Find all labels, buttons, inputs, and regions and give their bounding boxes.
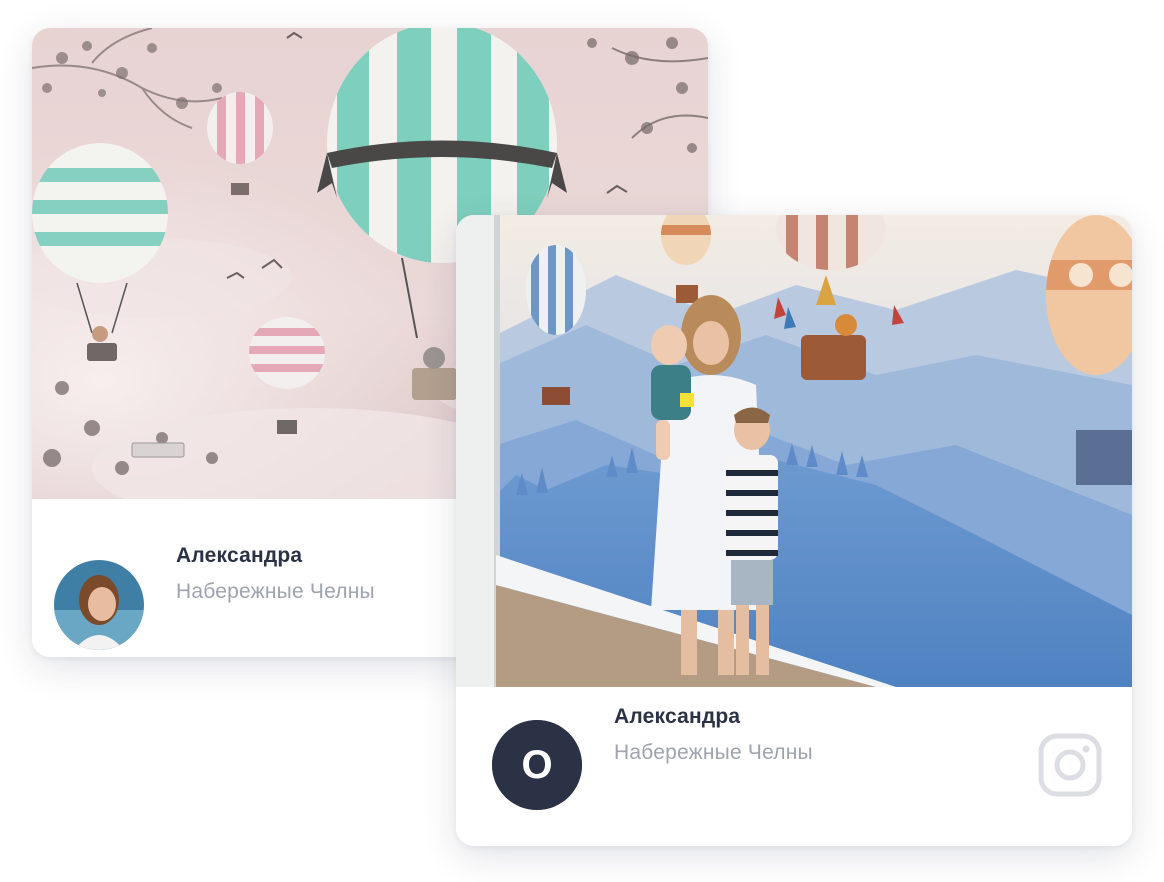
avatar-letter: O	[521, 743, 552, 787]
reviewer-city: Набережные Челны	[176, 580, 375, 603]
review-card: O Александра Набережные Челны	[456, 215, 1132, 846]
review-photo	[456, 215, 1132, 687]
avatar	[54, 560, 144, 650]
avatar-letter-icon: O	[492, 720, 582, 810]
avatar-photo-icon	[54, 560, 144, 650]
avatar: O	[492, 720, 582, 810]
review-footer: O Александра Набережные Челны	[456, 687, 1132, 846]
reviewer-city: Набережные Челны	[614, 741, 813, 764]
instagram-icon[interactable]	[1038, 733, 1102, 797]
reviewer-name: Александра	[614, 705, 741, 728]
reviewer-name: Александра	[176, 544, 303, 567]
